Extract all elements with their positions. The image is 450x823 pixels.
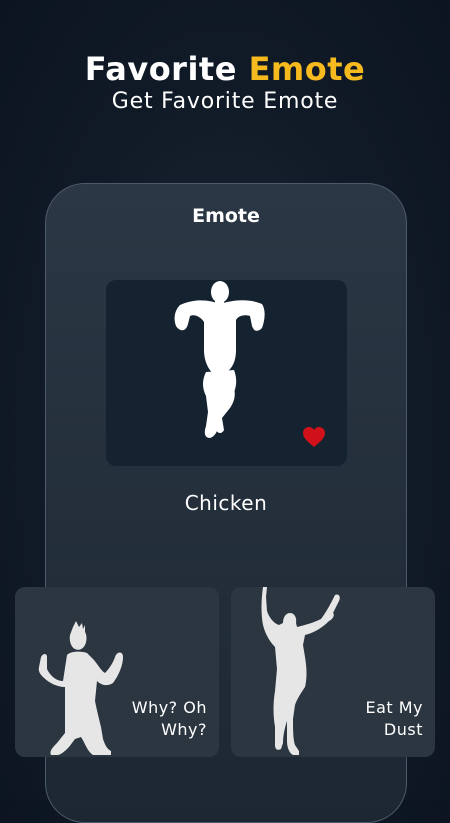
headline-text: Favorite	[84, 50, 237, 88]
emote-card[interactable]: Eat My Dust	[231, 587, 435, 757]
favorite-heart-icon[interactable]	[302, 426, 326, 448]
emote-card-label: Why? Oh Why?	[131, 698, 207, 739]
subheadline: Get Favorite Emote	[111, 89, 339, 114]
emote-name: Chicken	[184, 491, 268, 515]
screen-title: Emote	[192, 205, 260, 227]
emote-figure-image	[174, 281, 265, 438]
emote-figure-image	[261, 587, 340, 755]
headline: Favorite Emote	[0, 50, 450, 88]
emote-figure-image	[38, 621, 124, 755]
emote-preview[interactable]	[106, 280, 347, 466]
emote-card-label: Eat My Dust	[365, 698, 423, 739]
headline-accent-text: Emote	[248, 50, 366, 88]
emote-card[interactable]: Why? Oh Why?	[15, 587, 219, 757]
